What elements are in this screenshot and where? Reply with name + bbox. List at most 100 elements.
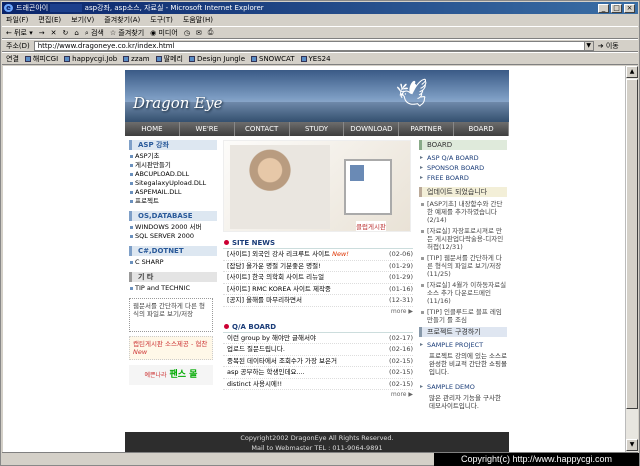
refresh-icon[interactable]: ↻: [62, 29, 68, 37]
news-row[interactable]: [사이트] 한국 의학회 사이트 리뉴얼 (01-29): [223, 272, 413, 284]
link-item[interactable]: 딸메리: [155, 54, 183, 64]
board-link[interactable]: FREE BOARD: [419, 173, 507, 183]
close-button[interactable]: ×: [624, 4, 635, 13]
sidebar-item[interactable]: 프로젝트: [129, 197, 217, 206]
mail-icon[interactable]: ✉: [196, 29, 202, 37]
search-button[interactable]: ⌕ 검색: [85, 28, 104, 38]
nav-study[interactable]: STUDY: [290, 122, 345, 136]
stop-icon[interactable]: ✕: [51, 29, 57, 37]
link-item[interactable]: SNOWCAT: [251, 55, 295, 63]
hero-image[interactable]: 클럽게시판: [223, 140, 411, 232]
menu-file[interactable]: 파일(F): [6, 15, 28, 25]
update-item[interactable]: [자료실] 자장포로시져로 만든 게시판업다락술용-디자인허접(12/31): [419, 227, 507, 251]
sidebar-item[interactable]: TIP and TECHNIC: [129, 284, 217, 293]
nav-home[interactable]: HOME: [125, 122, 180, 136]
project-link[interactable]: SAMPLE DEMO: [419, 382, 507, 392]
nav-board[interactable]: BOARD: [454, 122, 510, 136]
qa-date: (02-15): [389, 356, 413, 365]
right-sidebar: BOARD ASP Q/A BOARD SPONSOR BOARD FREE B…: [419, 140, 507, 432]
menu-edit[interactable]: 편집(E): [38, 15, 61, 25]
menu-help[interactable]: 도움말(H): [183, 15, 213, 25]
news-row[interactable]: [사이트] 외국인 강사 리크루트 사이트 New! (02-06): [223, 249, 413, 261]
home-icon[interactable]: ⌂: [74, 29, 78, 37]
board-link[interactable]: SPONSOR BOARD: [419, 163, 507, 173]
board-heading: BOARD: [419, 140, 507, 150]
qa-text: asp 공부하는 학생인데요....: [227, 368, 305, 376]
menu-view[interactable]: 보기(V): [71, 15, 94, 25]
nav-partner[interactable]: PARTNER: [399, 122, 455, 136]
nav-contact[interactable]: CONTACT: [235, 122, 290, 136]
menu-tools[interactable]: 도구(T): [150, 15, 173, 25]
maximize-button[interactable]: □: [611, 4, 622, 13]
qa-row[interactable]: asp 공부하는 학생인데요.... (02-15): [223, 367, 413, 379]
qa-date: (02-15): [389, 379, 413, 388]
nav-download[interactable]: DOWNLOAD: [344, 122, 400, 136]
sidebar-item[interactable]: C SHARP: [129, 258, 217, 267]
seagull-icon: 🕊: [394, 77, 433, 113]
qa-text: 이런 group by 해야만 글해서야: [227, 333, 316, 342]
qa-board-title: Q/A BOARD: [223, 321, 413, 333]
qa-more-link[interactable]: more ▶: [223, 390, 413, 399]
news-row[interactable]: [사이트] RMC KOREA 사이트 제작중 (01-16): [223, 284, 413, 295]
project-desc: 많은 관리자 기능을 구사한 데모사이트입니다.: [429, 394, 501, 410]
favorites-button[interactable]: ☆ 즐겨찾기: [110, 28, 144, 38]
media-label: 미디어: [158, 28, 178, 37]
promo-box-board[interactable]: 캡틴게시판 소스제공 - 협찬 New: [129, 336, 213, 360]
update-heading: 업데이트 되었습니다: [419, 187, 507, 197]
sidebar-item[interactable]: SQL SERVER 2000: [129, 232, 217, 241]
sidebar-heading: C#,DOTNET: [129, 246, 217, 256]
media-button[interactable]: ◉ 미디어: [150, 28, 178, 38]
link-item[interactable]: zzam: [123, 55, 150, 63]
news-row[interactable]: [잡담] 올가운 명절 기분좋은 명절! (01-29): [223, 261, 413, 272]
banner-ad[interactable]: 예쁜나라 팬스 몰: [129, 365, 213, 385]
minimize-button[interactable]: _: [598, 4, 609, 13]
person-photo: [230, 145, 330, 229]
nav-were[interactable]: WE'RE: [180, 122, 235, 136]
link-item[interactable]: Design Jungle: [188, 55, 245, 63]
qa-row[interactable]: 이런 group by 해야만 글해서야 (02-17): [223, 333, 413, 344]
sidebar-item[interactable]: ASPEMAIL.DLL: [129, 188, 217, 197]
news-text: [사이트] 외국인 강사 리크루트 사이트: [227, 250, 331, 258]
qa-row[interactable]: 업로드 질문드립니다. (02-16): [223, 344, 413, 356]
sidebar-item[interactable]: SitegalaxyUpload.DLL: [129, 179, 217, 188]
screen-figure: [350, 165, 364, 181]
history-icon[interactable]: ◷: [184, 29, 190, 37]
scroll-up-icon[interactable]: ▲: [626, 66, 638, 78]
board-link[interactable]: ASP Q/A BOARD: [419, 153, 507, 163]
promo-text: 캡틴게시판 소스제공 - 협찬: [133, 340, 208, 348]
news-more-link[interactable]: more ▶: [223, 307, 413, 316]
vertical-scrollbar[interactable]: ▲ ▼: [625, 66, 638, 452]
address-dropdown-icon[interactable]: ▼: [583, 41, 593, 50]
scroll-thumb[interactable]: [626, 79, 638, 409]
menu-favorites[interactable]: 즐겨찾기(A): [104, 15, 140, 25]
sidebar-item[interactable]: 게시판만들기: [129, 161, 217, 170]
link-item[interactable]: YES24: [300, 55, 331, 63]
link-icon: [24, 55, 31, 62]
link-text: happycgi.Job: [72, 54, 118, 63]
forward-button[interactable]: →: [39, 29, 45, 37]
update-item[interactable]: [TIP] 인클루드로 블프 레임만들기 를 조심: [419, 308, 507, 324]
link-item[interactable]: 해피CGI: [24, 54, 58, 64]
sidebar-item[interactable]: ABCUPLOAD.DLL: [129, 170, 217, 179]
site-logo[interactable]: Dragon Eye: [133, 94, 223, 112]
project-link[interactable]: SAMPLE PROJECT: [419, 340, 507, 350]
footer-contact[interactable]: Mail to Webmaster TEL : 011-9064-9891: [125, 443, 509, 452]
main-content: 클럽게시판 SITE NEWS [사이트] 외국인 강사 리크루트 사이트 Ne…: [223, 140, 413, 430]
qa-date: (02-15): [389, 368, 413, 376]
scroll-down-icon[interactable]: ▼: [626, 439, 638, 451]
update-item[interactable]: [ASP기초] 내장함수와 간단한 예제를 추가하였습니다(2/14): [419, 200, 507, 224]
promo-box-webdoc[interactable]: 웹문서를 간단하게 다른 형식의 파일로 보기/저장: [129, 298, 213, 332]
address-input[interactable]: http://www.dragoneye.co.kr/index.html ▼: [33, 40, 594, 51]
sidebar-item[interactable]: ASP기초: [129, 152, 217, 161]
update-item[interactable]: [TIP] 웹문서를 간단하게 다른 형식의 파일로 보기/저장(11/25): [419, 254, 507, 278]
back-button[interactable]: ← 뒤로 ▾: [6, 28, 33, 38]
qa-row[interactable]: 중복된 데이타에서 조회수가 가장 보은거 (02-15): [223, 356, 413, 367]
go-button[interactable]: ➔ 이동: [598, 41, 619, 51]
update-item[interactable]: [자료실] 4월가 이하동자료실 소스 추가 다운로드메인(11/16): [419, 281, 507, 305]
news-row[interactable]: [공지] 올해를 마무리하면서 (12-31): [223, 295, 413, 307]
print-icon[interactable]: ⎙: [208, 28, 214, 37]
link-item[interactable]: happycgi.Job: [64, 55, 117, 63]
qa-row[interactable]: distinct 사용시에!! (02-15): [223, 379, 413, 390]
sidebar-item[interactable]: WINDOWS 2000 서버: [129, 223, 217, 232]
address-url: http://www.dragoneye.co.kr/index.html: [37, 41, 175, 50]
